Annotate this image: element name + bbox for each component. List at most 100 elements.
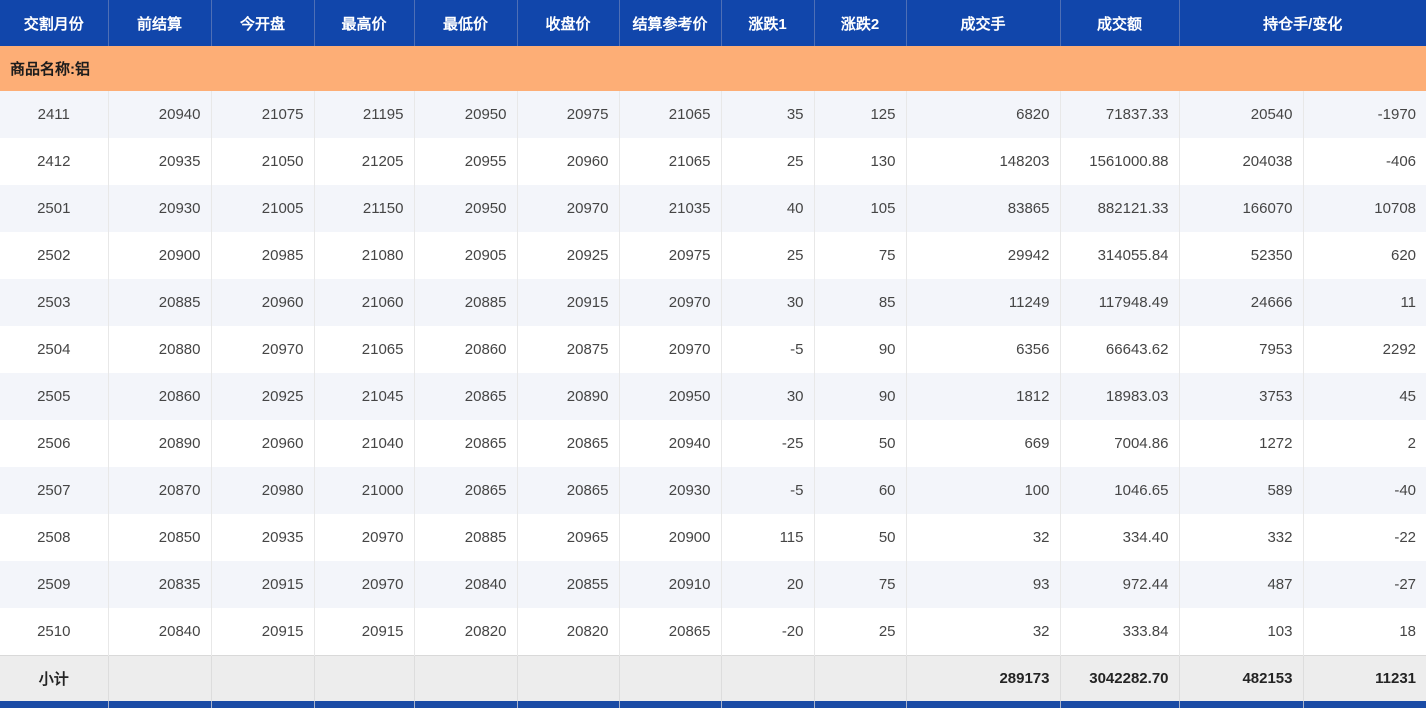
table-row: 2510208402091520915208202082020865-20253… — [0, 608, 1426, 656]
table-cell: 20970 — [619, 279, 721, 326]
table-cell: 669 — [906, 420, 1060, 467]
commodity-group-row: 商品名称:铝 — [0, 46, 1426, 91]
table-row: 2502209002098521080209052092520975257529… — [0, 232, 1426, 279]
subtotal-cell: 289173 — [906, 656, 1060, 702]
table-cell: 20850 — [108, 514, 211, 561]
table-row: 2503208852096021060208852091520970308511… — [0, 279, 1426, 326]
subtotal-cell — [314, 656, 414, 702]
table-cell: 25 — [721, 232, 814, 279]
futures-daily-quote-table: 交割月份 前结算 今开盘 最高价 最低价 收盘价 结算参考价 涨跌1 涨跌2 成… — [0, 0, 1426, 708]
table-cell: 20950 — [414, 91, 517, 138]
table-cell: 20875 — [517, 326, 619, 373]
table-cell: 20855 — [517, 561, 619, 608]
table-row: 2504208802097021065208602087520970-59063… — [0, 326, 1426, 373]
table-cell: 20935 — [211, 514, 314, 561]
table-cell: -406 — [1303, 138, 1426, 185]
table-cell: 20970 — [619, 326, 721, 373]
header-settlement-ref: 结算参考价 — [619, 0, 721, 46]
table-cell: 6820 — [906, 91, 1060, 138]
table-cell: 1812 — [906, 373, 1060, 420]
table-cell: 93 — [906, 561, 1060, 608]
table-cell: 100 — [906, 467, 1060, 514]
header-volume: 成交手 — [906, 0, 1060, 46]
table-cell: 117948.49 — [1060, 279, 1179, 326]
subtotal-cell: 11231 — [1303, 656, 1426, 702]
table-cell: 2505 — [0, 373, 108, 420]
table-cell: 20860 — [414, 326, 517, 373]
table-cell: 35 — [721, 91, 814, 138]
table-cell: 24666 — [1179, 279, 1303, 326]
table-cell: 20540 — [1179, 91, 1303, 138]
table-cell: 20860 — [108, 373, 211, 420]
subtotal-cell: 3042282.70 — [1060, 656, 1179, 702]
table-cell: 21005 — [211, 185, 314, 232]
table-cell: 20975 — [619, 232, 721, 279]
subtotal-label: 小计 — [0, 656, 108, 702]
table-cell: 21060 — [314, 279, 414, 326]
table-cell: 20925 — [211, 373, 314, 420]
table-cell: 2504 — [0, 326, 108, 373]
table-row: 2412209352105021205209552096021065251301… — [0, 138, 1426, 185]
table-cell: 75 — [814, 232, 906, 279]
table-cell: 20865 — [517, 420, 619, 467]
header-open-interest-change: 持仓手/变化 — [1179, 0, 1426, 46]
subtotal-cell — [517, 656, 619, 702]
table-cell: 20950 — [414, 185, 517, 232]
table-cell: 21150 — [314, 185, 414, 232]
table-cell: 21065 — [619, 91, 721, 138]
table-cell: 487 — [1179, 561, 1303, 608]
table-cell: 2501 — [0, 185, 108, 232]
table-cell: 20900 — [619, 514, 721, 561]
subtotal-row: 小计2891733042282.7048215311231 — [0, 656, 1426, 702]
table-cell: 21065 — [314, 326, 414, 373]
header-turnover: 成交额 — [1060, 0, 1179, 46]
table-cell: 20885 — [108, 279, 211, 326]
table-cell: 20865 — [414, 373, 517, 420]
table-cell: 2292 — [1303, 326, 1426, 373]
subtotal-cell — [211, 656, 314, 702]
table-row: 2505208602092521045208652089020950309018… — [0, 373, 1426, 420]
header-change2: 涨跌2 — [814, 0, 906, 46]
table-cell: 25 — [814, 608, 906, 656]
table-cell: 40 — [721, 185, 814, 232]
table-cell: 21195 — [314, 91, 414, 138]
table-cell: 20885 — [414, 279, 517, 326]
table-cell: 20835 — [108, 561, 211, 608]
subtotal-cell — [108, 656, 211, 702]
table-cell: 7004.86 — [1060, 420, 1179, 467]
table-cell: 20820 — [414, 608, 517, 656]
table-cell: 21065 — [619, 138, 721, 185]
table-cell: 20985 — [211, 232, 314, 279]
table-cell: 20910 — [619, 561, 721, 608]
table-cell: -27 — [1303, 561, 1426, 608]
table-row: 2507208702098021000208652086520930-56010… — [0, 467, 1426, 514]
table-cell: 21080 — [314, 232, 414, 279]
table-cell: 32 — [906, 608, 1060, 656]
table-cell: 20970 — [211, 326, 314, 373]
header-delivery-month: 交割月份 — [0, 0, 108, 46]
table-cell: 21000 — [314, 467, 414, 514]
table-cell: 20915 — [314, 608, 414, 656]
table-cell: 25 — [721, 138, 814, 185]
table-cell: 2502 — [0, 232, 108, 279]
header-change1: 涨跌1 — [721, 0, 814, 46]
table-cell: 2510 — [0, 608, 108, 656]
table-cell: 972.44 — [1060, 561, 1179, 608]
table-cell: 1272 — [1179, 420, 1303, 467]
table-cell: 20870 — [108, 467, 211, 514]
table-cell: 20940 — [619, 420, 721, 467]
table-cell: 882121.33 — [1060, 185, 1179, 232]
table-cell: 2412 — [0, 138, 108, 185]
table-cell: 20935 — [108, 138, 211, 185]
subtotal-cell — [814, 656, 906, 702]
table-cell: 20930 — [619, 467, 721, 514]
table-cell: 20 — [721, 561, 814, 608]
table-cell: 2508 — [0, 514, 108, 561]
table-row: 2508208502093520970208852096520900115503… — [0, 514, 1426, 561]
table-row: 2411209402107521195209502097521065351256… — [0, 91, 1426, 138]
table-cell: 50 — [814, 420, 906, 467]
table-cell: 2503 — [0, 279, 108, 326]
table-cell: -5 — [721, 467, 814, 514]
table-cell: 20915 — [211, 608, 314, 656]
table-cell: 11 — [1303, 279, 1426, 326]
